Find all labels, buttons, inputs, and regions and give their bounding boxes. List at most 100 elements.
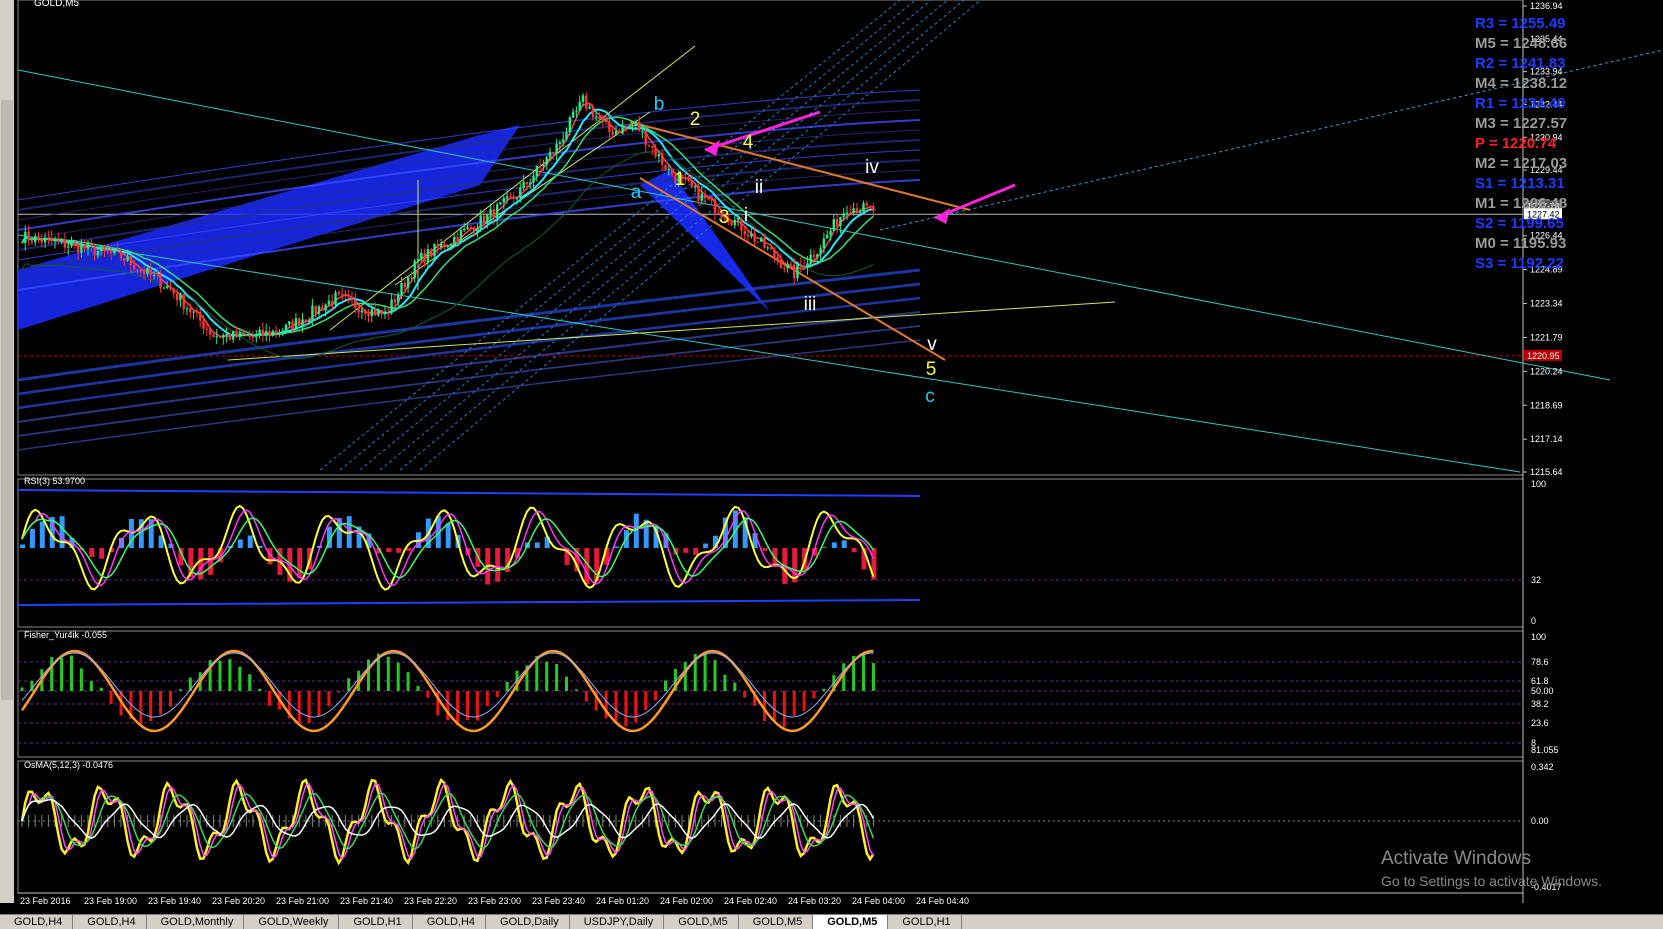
chart-tab[interactable]: GOLD,M5 [739,915,814,929]
chart-tabs: GOLD,H4 GOLD,H4 GOLD,Monthly GOLD,Weekly GOL… [0,914,1663,929]
candle-body [776,257,779,260]
candle-body [179,294,182,301]
fisher-histogram-bar [871,663,875,691]
candle-body [522,181,525,189]
candle-body [819,248,822,255]
time-tick-label: 23 Feb 22:20 [404,896,457,906]
fisher-histogram-bar [248,674,252,691]
candle-body [746,234,750,237]
chart-tab[interactable]: GOLD,M5 [813,915,889,929]
candle-body [862,203,865,212]
candle-body [476,228,479,232]
chart-tab[interactable]: USDJPY,Daily [570,915,665,929]
candle-body [499,202,502,205]
candle-body [218,336,222,338]
candle-body [436,244,439,248]
fisher-histogram-bar [664,680,667,691]
rsi-histogram-bar [20,544,25,548]
rsi-histogram-bar [683,548,689,553]
chart-canvas[interactable]: b 2 1 4 a ii 3 i iv iii v 5 c GOLD,M5 RSI(3) 53.9700… [0,0,1663,914]
candle-body [703,193,707,199]
candle-body [139,269,142,271]
activate-windows-watermark: Activate Windows Go to Settings to activ… [1381,848,1602,889]
candle-body [799,264,802,267]
rsi-histogram-bar [29,529,35,548]
candle-body [347,296,350,298]
fisher-title: Fisher_Yur4ik -0.055 [24,630,107,640]
candle-body [492,209,496,218]
candle-body [644,130,647,146]
chart-tab[interactable]: GOLD,H4 [73,915,147,929]
time-tick-label: 24 Feb 01:20 [596,896,649,906]
candle-body [849,212,852,214]
fisher-histogram-bar [79,668,83,691]
fisher-histogram-bar [228,659,232,691]
candle-body [651,146,654,148]
candle-body [406,277,410,288]
candle-body [865,203,868,206]
lower-band [17,325,921,437]
candle-body [152,275,156,277]
candle-body [50,237,53,242]
candle-body [185,308,189,310]
candle-body [387,312,390,314]
candle-body [360,310,364,313]
time-tick-label: 24 Feb 03:20 [788,896,841,906]
chart-tab[interactable]: GOLD,Monthly [147,915,245,929]
candle-body [842,213,845,217]
fisher-histogram-bar [238,666,242,691]
candle-body [281,330,284,333]
subpane-tick-label: 100 [1531,479,1546,489]
candle-body [93,245,96,256]
chart-tab[interactable]: GOLD,H1 [888,915,962,929]
chart-tab[interactable]: GOLD,H4 [413,915,487,929]
candle-body [654,147,657,157]
candle-body [859,211,862,213]
watermark-title: Activate Windows [1381,848,1531,869]
rsi-title: RSI(3) 53.9700 [24,476,85,486]
fisher-histogram-bar [683,662,687,691]
wave-label: 3 [719,207,730,228]
candle-body [806,263,809,269]
candle-body [463,228,466,231]
candle-body [740,218,743,232]
candle-body [70,242,73,247]
candle-body [525,181,529,185]
chart-tab[interactable]: GOLD,M5 [664,915,739,929]
time-tick-label: 24 Feb 02:40 [724,896,777,906]
pivot-level: M5 = 1248.66 [1475,35,1568,52]
fisher-histogram-bar [456,691,460,726]
chart-tab[interactable]: GOLD,Daily [486,915,570,929]
candle-body [321,306,324,311]
candle-body [205,328,208,330]
chart-tab[interactable]: GOLD,Weekly [244,915,340,929]
time-tick-label: 23 Feb 23:40 [532,896,585,906]
candle-body [832,219,835,231]
candle-body [482,215,486,224]
rsi-histogram-bar [821,547,827,548]
candle-body [271,330,274,337]
candle-body [83,245,86,249]
candle-body [410,277,413,279]
wave-label: ii [755,177,763,198]
fisher-histogram-bar [624,691,628,727]
candle-body [373,309,377,316]
fisher-histogram-bar [565,676,568,691]
candle-body [397,295,400,303]
candle-body [291,321,294,330]
subpane-tick-label: 0 [1531,616,1536,626]
candle-body [604,120,608,122]
chart-tab[interactable]: GOLD,H1 [339,915,413,929]
rsi-histogram-bar [247,535,253,548]
left-scrollbar-thumb [1,100,13,700]
candle-body [169,286,172,289]
wave-label: i [744,205,748,226]
time-tick-label: 23 Feb 23:00 [468,896,521,906]
pivot-level: S2 = 1199.65 [1475,215,1564,232]
fisher-histogram-bar [822,688,826,691]
candle-body [90,243,93,246]
chart-tab[interactable]: GOLD,H4 [0,915,74,929]
candle-body [789,263,793,265]
fisher-histogram-bar [574,689,578,691]
subpane-tick-label: 23.6 [1531,718,1549,728]
